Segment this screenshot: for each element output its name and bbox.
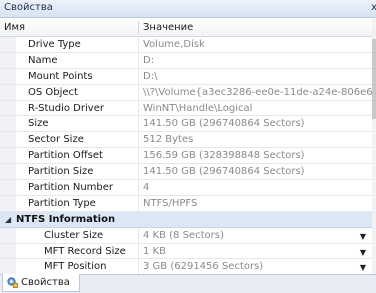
property-row-mft-record-size[interactable]: MFT Record Size 1 KB ▼ <box>0 243 372 260</box>
property-row-partition-number[interactable]: Partition Number 4 <box>0 180 372 196</box>
tab-label: Свойства <box>21 277 70 288</box>
panel-title: Свойства <box>4 2 53 13</box>
property-value: \\?\Volume{a3ec3286-ee0e-11de-a24e-806e6… <box>143 86 372 98</box>
property-value: D: <box>143 54 155 66</box>
property-value: WinNT\Handle\Logical <box>143 102 253 114</box>
property-row-partition-type[interactable]: Partition Type NTFS/HPFS <box>0 195 372 212</box>
property-name: Partition Type <box>28 197 96 209</box>
property-name: Partition Number <box>28 182 114 194</box>
properties-panel: Свойства x Имя Значение Drive Type Volum… <box>0 0 376 293</box>
property-name: Drive Type <box>28 39 81 50</box>
property-value: NTFS/HPFS <box>143 197 198 209</box>
property-name: Mount Points <box>28 70 93 82</box>
dropdown-arrow-icon[interactable]: ▼ <box>360 248 366 257</box>
bottom-tabstrip: Свойства <box>0 274 376 293</box>
property-row-partition-offset[interactable]: Partition Offset 156.59 GB (328398848 Se… <box>0 148 372 165</box>
property-value: Volume,Disk <box>143 39 205 50</box>
property-row-drive-type[interactable]: Drive Type Volume,Disk <box>0 37 372 53</box>
property-row-size[interactable]: Size 141.50 GB (296740864 Sectors) <box>0 116 372 133</box>
group-row-ntfs-information[interactable]: ◢ NTFS Information <box>0 211 372 228</box>
property-name: Partition Offset <box>28 150 103 162</box>
property-value: 1 KB <box>143 245 166 257</box>
property-row-os-object[interactable]: OS Object \\?\Volume{a3ec3286-ee0e-11de-… <box>0 84 372 101</box>
property-row-cluster-size[interactable]: Cluster Size 4 KB (8 Sectors) ▼ <box>0 227 372 244</box>
property-value: 512 Bytes <box>143 134 194 146</box>
panel-titlebar: Свойства x <box>0 0 376 18</box>
group-name: NTFS Information <box>16 213 116 225</box>
properties-icon <box>7 277 18 288</box>
property-name: Partition Size <box>28 166 94 178</box>
property-name: Cluster Size <box>44 229 104 241</box>
close-icon[interactable]: x <box>371 2 376 13</box>
dropdown-arrow-icon[interactable]: ▼ <box>360 232 366 241</box>
property-grid: Drive Type Volume,Disk Name D: Mount Poi… <box>0 37 372 274</box>
property-name: Sector Size <box>28 134 84 146</box>
tab-properties[interactable]: Свойства <box>2 274 80 292</box>
collapse-triangle-icon[interactable]: ◢ <box>5 215 11 224</box>
property-value: D:\ <box>143 70 158 82</box>
property-row-mount-points[interactable]: Mount Points D:\ <box>0 68 372 85</box>
property-name: Name <box>28 54 58 66</box>
property-row-name[interactable]: Name D: <box>0 52 372 69</box>
property-name: MFT Position <box>44 261 107 273</box>
property-value: 141.50 GB (296740864 Sectors) <box>143 118 305 130</box>
property-value: 156.59 GB (328398848 Sectors) <box>143 150 305 162</box>
property-value: 141.50 GB (296740864 Sectors) <box>143 166 305 178</box>
column-header: Имя Значение <box>0 19 372 37</box>
property-row-partition-size[interactable]: Partition Size 141.50 GB (296740864 Sect… <box>0 164 372 181</box>
column-separator[interactable] <box>138 21 139 34</box>
property-name: Size <box>28 118 49 130</box>
vertical-scrollbar[interactable] <box>372 19 376 274</box>
column-header-value[interactable]: Значение <box>143 22 193 33</box>
property-name: R-Studio Driver <box>28 102 104 114</box>
column-header-name[interactable]: Имя <box>4 22 25 33</box>
property-name: OS Object <box>28 86 78 98</box>
property-row-r-studio-driver[interactable]: R-Studio Driver WinNT\Handle\Logical <box>0 100 372 117</box>
property-row-sector-size[interactable]: Sector Size 512 Bytes <box>0 132 372 149</box>
property-name: MFT Record Size <box>44 245 126 257</box>
property-row-mft-position[interactable]: MFT Position 3 GB (6291456 Sectors) ▼ <box>0 259 372 274</box>
dropdown-arrow-icon[interactable]: ▼ <box>360 263 366 272</box>
scrollbar-thumb[interactable] <box>372 39 376 119</box>
property-value: 3 GB (6291456 Sectors) <box>143 261 264 273</box>
property-value: 4 KB (8 Sectors) <box>143 229 224 241</box>
property-value: 4 <box>143 182 150 194</box>
